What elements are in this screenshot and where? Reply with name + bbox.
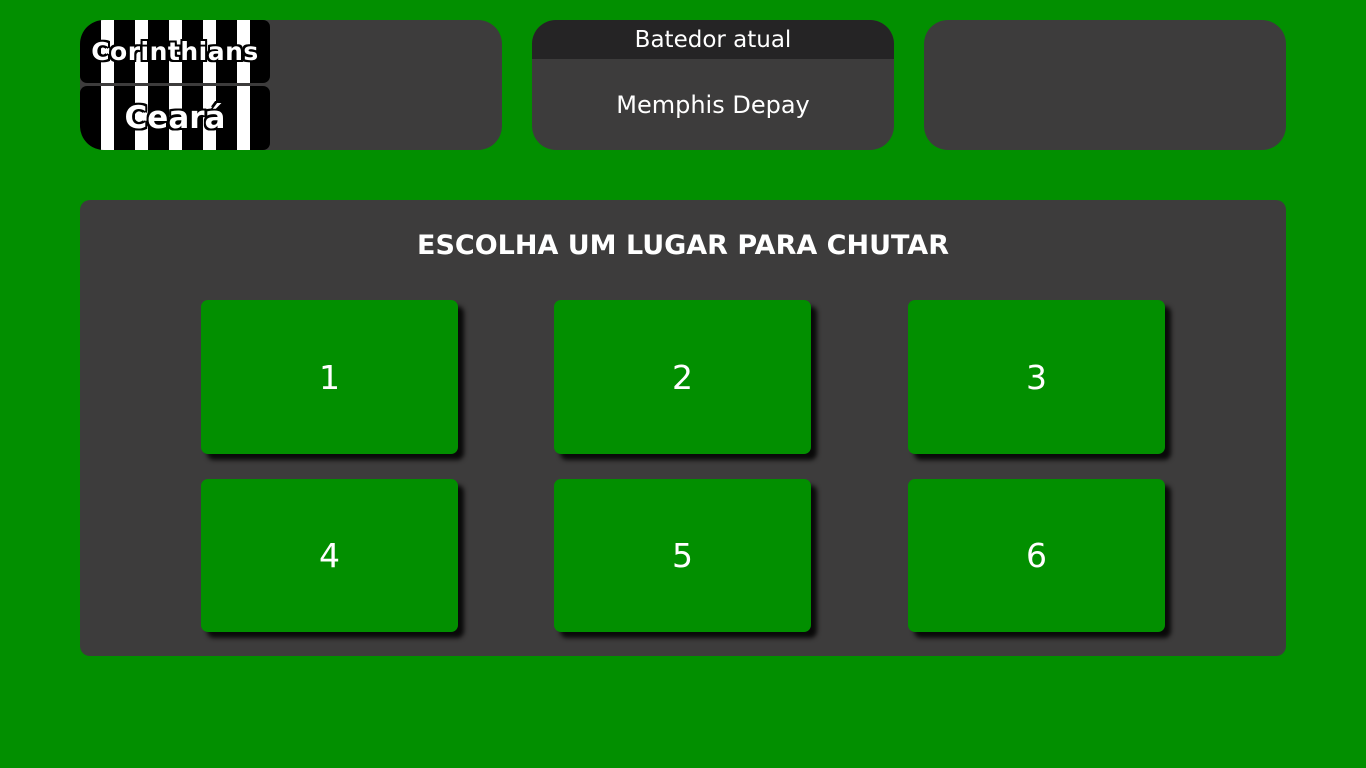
home-team-badge: Corinthians bbox=[80, 20, 270, 83]
kick-target-1-button[interactable]: 1 bbox=[201, 300, 458, 454]
penalty-game-screen: { "scoreboard": { "home_team": "Corinthi… bbox=[0, 0, 1366, 768]
kick-selection-title: ESCOLHA UM LUGAR PARA CHUTAR bbox=[417, 230, 949, 261]
scoreboard-panel: Corinthians Ceará bbox=[80, 20, 502, 150]
info-panel bbox=[924, 20, 1286, 150]
kick-target-4-button[interactable]: 4 bbox=[201, 479, 458, 632]
current-shooter-header: Batedor atual bbox=[532, 20, 894, 59]
current-shooter-panel: Batedor atual Memphis Depay bbox=[532, 20, 894, 150]
current-shooter-name: Memphis Depay bbox=[616, 91, 810, 119]
kick-target-3-button[interactable]: 3 bbox=[908, 300, 1165, 454]
away-team-badge: Ceará bbox=[80, 86, 270, 150]
kick-target-6-button[interactable]: 6 bbox=[908, 479, 1165, 632]
kick-target-2-button[interactable]: 2 bbox=[554, 300, 811, 454]
kick-target-5-button[interactable]: 5 bbox=[554, 479, 811, 632]
